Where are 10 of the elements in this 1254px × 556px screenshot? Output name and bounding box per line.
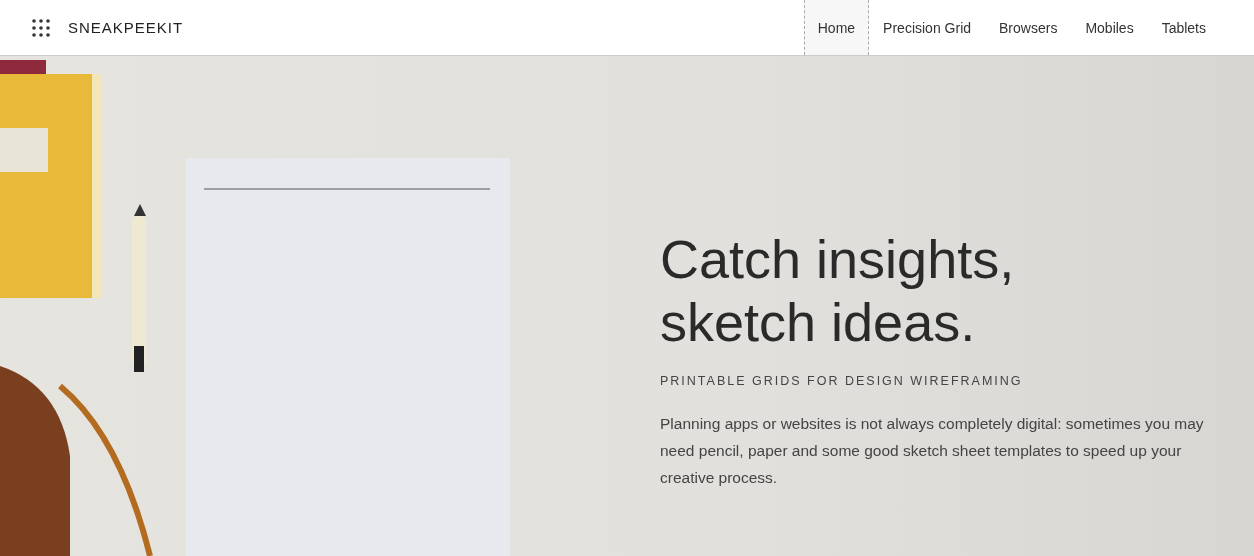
grid-menu-icon[interactable]: [32, 18, 50, 37]
hero-headline: Catch insights, sketch ideas.: [660, 228, 1016, 354]
nav-link[interactable]: Home: [803, 0, 870, 55]
nav-link[interactable]: Tablets: [1147, 0, 1220, 55]
hero-subtitle: PRINTABLE GRIDS FOR DESIGN WIREFRAMING: [660, 374, 1024, 388]
brand-name[interactable]: SNEAKPEEKIT: [68, 19, 184, 36]
nav-link[interactable]: Browsers: [985, 0, 1072, 55]
nav-link[interactable]: Mobiles: [1071, 0, 1148, 55]
hero-description: Planning apps or websites is not always completely digital: sometimes you may need pencil, paper and some good sketch sheet templates to speed up your creative process.: [660, 414, 1205, 488]
nav-link[interactable]: Precision Grid: [869, 0, 986, 55]
